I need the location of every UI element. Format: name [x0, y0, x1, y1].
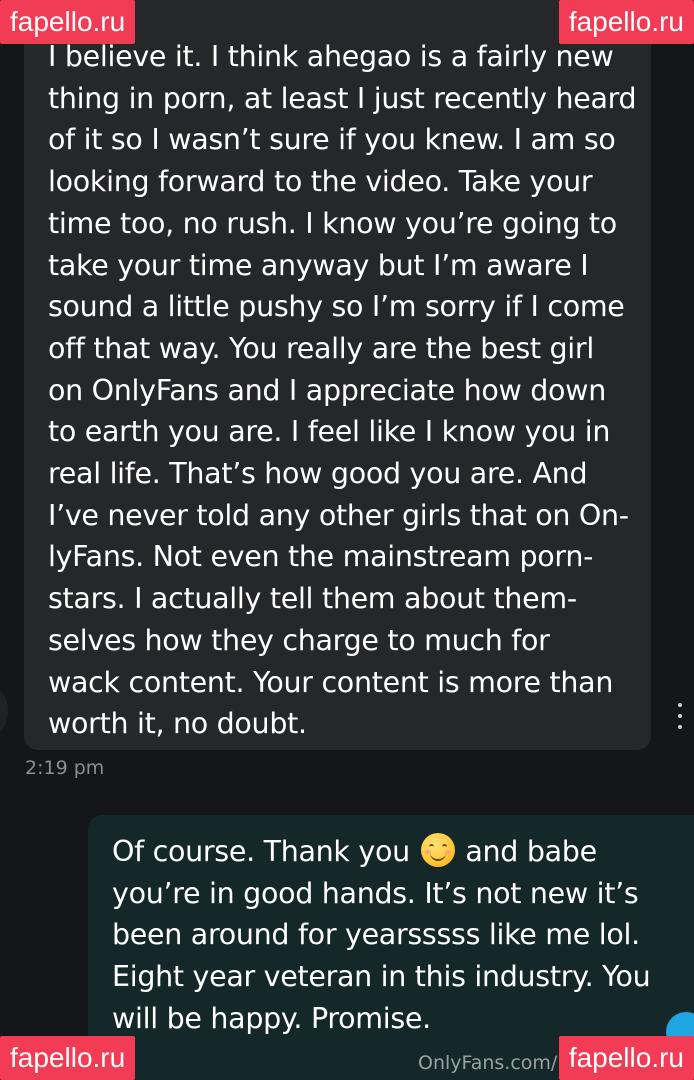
more-options-icon[interactable] — [673, 703, 687, 729]
smiling-face-emoji-icon — [420, 833, 455, 867]
outgoing-text-part-1: Of course. Thank you — [112, 835, 419, 868]
footer-url: OnlyFans.com/ — [418, 1052, 558, 1074]
watermark-bottom-left: fapello.ru — [0, 1036, 136, 1080]
side-handle — [0, 690, 8, 732]
watermark-top-left: fapello.ru — [0, 0, 136, 44]
watermark-top-right: fapello.ru — [558, 0, 694, 44]
message-timestamp: 2:19 pm — [25, 757, 105, 779]
incoming-message-text: I believe it. I think ahegao is a fairly… — [48, 40, 637, 741]
watermark-bottom-right: fapello.ru — [558, 1036, 694, 1080]
outgoing-message-text: Of course. Thank you and babe you’re in … — [112, 831, 682, 1040]
